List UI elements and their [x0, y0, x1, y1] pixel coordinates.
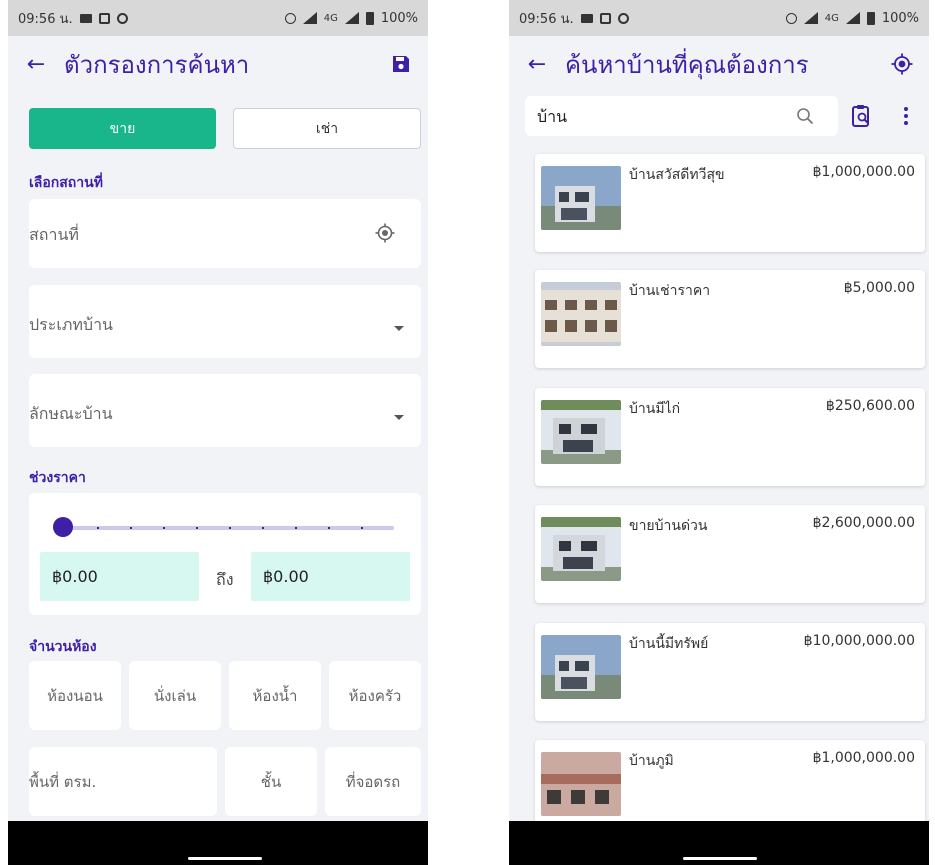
- clipboard-search-icon[interactable]: [851, 104, 873, 128]
- area-input[interactable]: พื้นที่ ตรม.: [29, 747, 217, 816]
- save-button[interactable]: [374, 54, 428, 74]
- listing-price: ฿1,000,000.00: [812, 164, 915, 180]
- house-style-placeholder: ลักษณะบ้าน: [29, 404, 113, 423]
- alarm-icon: [785, 12, 797, 24]
- signal-icon: [302, 12, 317, 24]
- page-title: ตัวกรองการค้นหา: [64, 50, 250, 79]
- max-price-input[interactable]: ฿0.00: [251, 552, 410, 601]
- floors-input[interactable]: ชั้น: [225, 747, 317, 816]
- listing-card[interactable]: ขายบ้านด่วน ฿2,600,000.00: [535, 505, 925, 603]
- price-to-label: ถึง: [216, 570, 234, 589]
- search-results-screen: 09:56 น. 4G 100% ← ค้นหาบ้านที่คุณต้องกา…: [509, 0, 929, 865]
- dropdown-caret-icon: [394, 326, 404, 331]
- battery-icon: [365, 11, 374, 25]
- house-thumbnail: [541, 400, 621, 464]
- listing-name: บ้านเช่าราคา: [629, 283, 711, 299]
- bedroom-input[interactable]: ห้องนอน: [29, 661, 121, 730]
- search-input[interactable]: บ้าน: [525, 96, 838, 136]
- app-notification-icon: [599, 12, 611, 24]
- battery-level: 100%: [380, 10, 418, 26]
- battery-level: 100%: [881, 10, 919, 26]
- listing-name: บ้านนี้มีทรัพย์: [629, 636, 709, 652]
- message-icon: [580, 13, 593, 23]
- app-bar: ← ตัวกรองการค้นหา: [8, 36, 428, 92]
- listing-name: บ้านมีไก่: [629, 401, 681, 417]
- listing-price: ฿2,600,000.00: [812, 515, 915, 531]
- status-time: 09:56 น.: [18, 11, 73, 27]
- status-bar: 09:56 น. 4G 100%: [509, 0, 929, 36]
- price-section-title: ช่วงราคา: [29, 470, 86, 486]
- house-thumbnail: [541, 282, 621, 346]
- area-placeholder: พื้นที่ ตรม.: [29, 772, 97, 791]
- message-icon: [79, 13, 92, 23]
- network-type: 4G: [323, 12, 338, 24]
- home-handle[interactable]: [683, 857, 757, 860]
- price-slider-track[interactable]: [64, 526, 394, 530]
- back-arrow-icon[interactable]: ←: [509, 52, 565, 77]
- listing-price: ฿250,600.00: [825, 398, 915, 414]
- location-target-icon: [891, 53, 913, 75]
- parking-input[interactable]: ที่จอดรถ: [325, 747, 421, 816]
- sync-icon: [116, 12, 128, 24]
- listing-card[interactable]: บ้านนี้มีทรัพย์ ฿10,000,000.00: [535, 623, 925, 721]
- signal-icon: [803, 12, 818, 24]
- house-thumbnail: [541, 166, 621, 230]
- save-icon: [393, 56, 409, 72]
- search-icon[interactable]: [796, 107, 814, 125]
- house-type-dropdown[interactable]: ประเภทบ้าน: [29, 285, 421, 358]
- back-arrow-icon[interactable]: ←: [8, 52, 64, 77]
- system-nav-bar: [8, 821, 428, 865]
- alarm-icon: [284, 12, 296, 24]
- listing-name: ขายบ้านด่วน: [629, 518, 708, 534]
- my-location-button[interactable]: [875, 53, 929, 75]
- rooms-section-title: จำนวนห้อง: [29, 639, 97, 655]
- filter-screen: 09:56 น. 4G 100% ← ตัวกรองการค้นหา ขาย เ…: [8, 0, 428, 865]
- more-vert-icon[interactable]: [902, 106, 910, 126]
- min-price-input[interactable]: ฿0.00: [40, 552, 199, 601]
- dropdown-caret-icon: [394, 415, 404, 420]
- house-style-dropdown[interactable]: ลักษณะบ้าน: [29, 374, 421, 447]
- bathroom-input[interactable]: ห้องน้ำ: [229, 661, 321, 730]
- house-thumbnail: [541, 517, 621, 581]
- network-type: 4G: [824, 12, 839, 24]
- rent-toggle-button[interactable]: เช่า: [233, 108, 421, 149]
- house-thumbnail: [541, 635, 621, 699]
- status-time: 09:56 น.: [519, 11, 574, 27]
- house-thumbnail: [541, 752, 621, 816]
- signal-strength-icon: [845, 12, 860, 24]
- page-title: ค้นหาบ้านที่คุณต้องการ: [565, 50, 809, 79]
- system-nav-bar: [509, 821, 929, 865]
- living-room-input[interactable]: นั่งเล่น: [129, 661, 221, 730]
- location-target-icon[interactable]: [375, 223, 395, 243]
- location-field[interactable]: สถานที่: [29, 199, 421, 268]
- kitchen-input[interactable]: ห้องครัว: [329, 661, 421, 730]
- battery-icon: [866, 11, 875, 25]
- location-placeholder: สถานที่: [29, 225, 79, 244]
- home-handle[interactable]: [188, 857, 262, 860]
- search-query-text: บ้าน: [537, 107, 568, 126]
- listing-name: บ้านภูมิ: [629, 753, 674, 769]
- sell-toggle-button[interactable]: ขาย: [29, 108, 216, 149]
- signal-strength-icon: [344, 12, 359, 24]
- location-section-title: เลือกสถานที่: [29, 175, 103, 191]
- house-type-placeholder: ประเภทบ้าน: [29, 315, 113, 334]
- app-notification-icon: [98, 12, 110, 24]
- listing-price: ฿1,000,000.00: [812, 750, 915, 766]
- listing-card[interactable]: บ้านเช่าราคา ฿5,000.00: [535, 270, 925, 368]
- listing-price: ฿5,000.00: [843, 280, 915, 296]
- price-slider-thumb[interactable]: [53, 517, 73, 537]
- listing-name: บ้านสวัสดีทวีสุข: [629, 167, 725, 183]
- sync-icon: [617, 12, 629, 24]
- status-bar: 09:56 น. 4G 100%: [8, 0, 428, 36]
- listing-card[interactable]: บ้านสวัสดีทวีสุข ฿1,000,000.00: [535, 154, 925, 252]
- listing-price: ฿10,000,000.00: [803, 633, 915, 649]
- app-bar: ← ค้นหาบ้านที่คุณต้องการ: [509, 36, 929, 92]
- listing-card[interactable]: บ้านมีไก่ ฿250,600.00: [535, 388, 925, 486]
